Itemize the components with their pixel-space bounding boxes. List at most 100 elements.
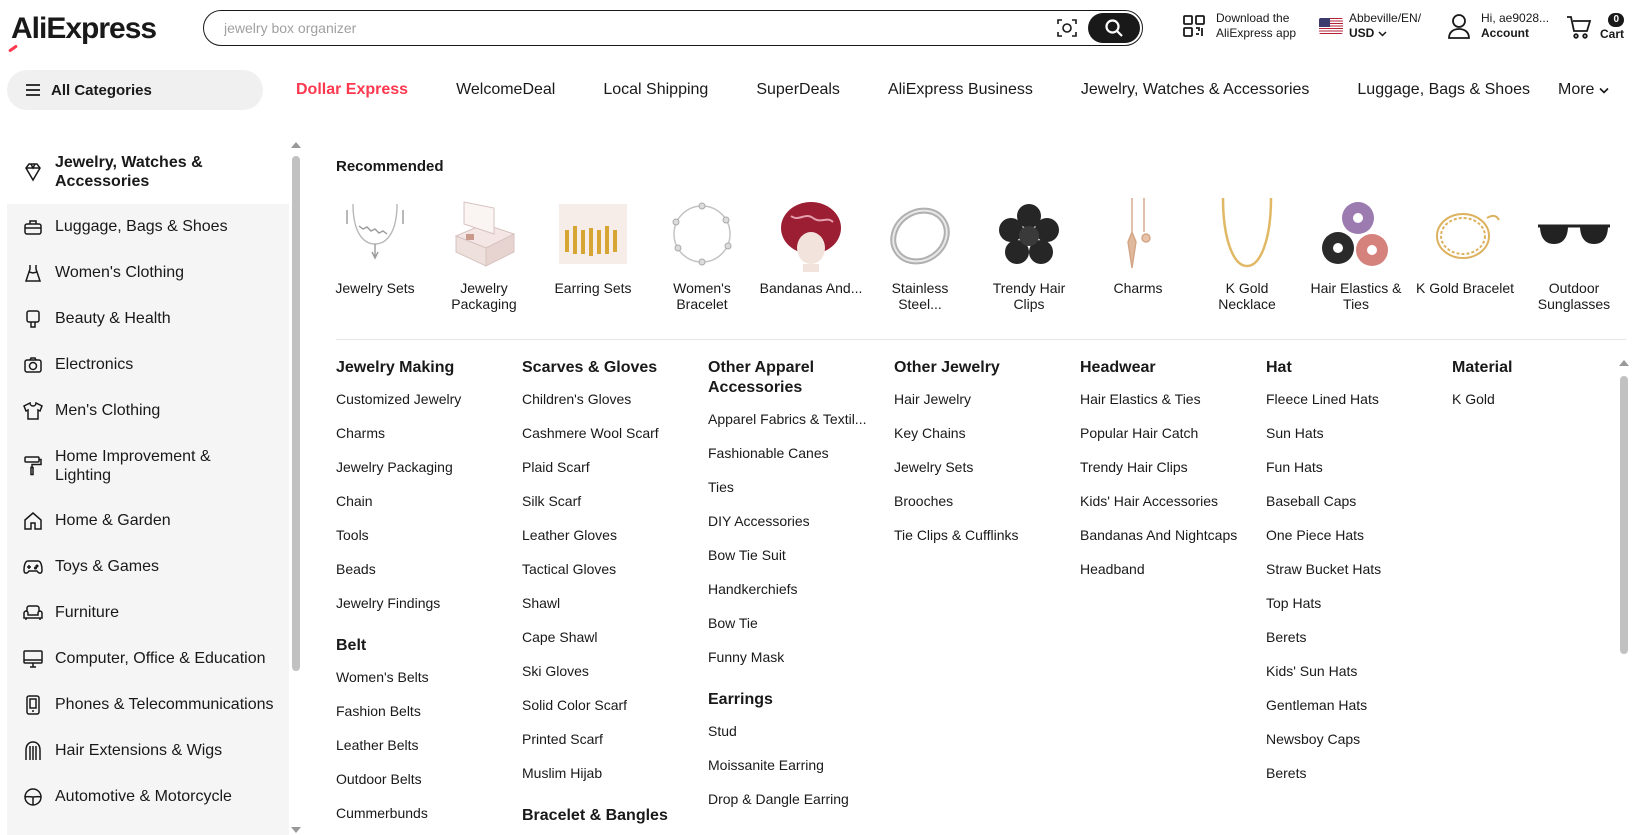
subcategory-link[interactable]: Cummerbunds: [336, 805, 514, 835]
nav-link-local-shipping[interactable]: Local Shipping: [603, 81, 708, 99]
rec-item-trendy-hair-clips[interactable]: Trendy Hair Clips: [977, 196, 1081, 312]
group-title-headwear[interactable]: Headwear: [1080, 358, 1258, 378]
subcategory-link[interactable]: Straw Bucket Hats: [1266, 561, 1444, 595]
subcategory-link[interactable]: Printed Scarf: [522, 731, 700, 765]
subcategory-link[interactable]: Popular Hair Catch: [1080, 425, 1258, 459]
sidebar-scrollbar-thumb[interactable]: [292, 156, 300, 671]
subcategory-link[interactable]: Muslim Hijab: [522, 765, 700, 799]
subcategory-link[interactable]: Cashmere Wool Scarf: [522, 425, 700, 459]
rec-item-k-gold-bracelet[interactable]: K Gold Bracelet: [1413, 196, 1517, 296]
rec-item-earring-sets[interactable]: Earring Sets: [541, 196, 645, 296]
account-menu[interactable]: Hi, ae9028... Account: [1447, 11, 1549, 41]
scroll-down-arrow-icon[interactable]: [291, 827, 301, 833]
subcategory-link[interactable]: Jewelry Sets: [894, 459, 1072, 493]
subcategory-link[interactable]: Brooches: [894, 493, 1072, 527]
rec-item-hair-elastics[interactable]: Hair Elastics & Ties: [1304, 196, 1408, 312]
nav-link-luggage[interactable]: Luggage, Bags & Shoes: [1357, 81, 1530, 99]
subcategory-link[interactable]: Trendy Hair Clips: [1080, 459, 1258, 493]
group-title-belt[interactable]: Belt: [336, 636, 514, 656]
group-title-hat[interactable]: Hat: [1266, 358, 1444, 378]
subcategory-link[interactable]: Headband: [1080, 561, 1258, 595]
subcategory-link[interactable]: Gentleman Hats: [1266, 697, 1444, 731]
rec-item-stainless-steel[interactable]: Stainless Steel...: [868, 196, 972, 312]
subcategory-link[interactable]: Top Hats: [1266, 595, 1444, 629]
subcategory-link[interactable]: Beads: [336, 561, 514, 595]
search-button[interactable]: [1088, 13, 1140, 43]
sidebar-item-home-garden[interactable]: Home & Garden: [7, 498, 289, 544]
subcategory-link[interactable]: Customized Jewelry: [336, 391, 514, 425]
sidebar-item-computer[interactable]: Computer, Office & Education: [7, 636, 289, 682]
sidebar-item-toys[interactable]: Toys & Games: [7, 544, 289, 590]
subcategory-link[interactable]: Key Chains: [894, 425, 1072, 459]
sidebar-item-luggage[interactable]: Luggage, Bags & Shoes: [7, 204, 289, 250]
subcategory-link[interactable]: Jewelry Packaging: [336, 459, 514, 493]
subcategory-link[interactable]: Cape Shawl: [522, 629, 700, 663]
subcategory-link[interactable]: Outdoor Belts: [336, 771, 514, 805]
subcategory-link[interactable]: Berets: [1266, 629, 1444, 663]
subcategory-link[interactable]: Moissanite Earring: [708, 757, 886, 791]
subcategory-link[interactable]: DIY Accessories: [708, 513, 886, 547]
nav-link-superdeals[interactable]: SuperDeals: [756, 81, 840, 99]
download-app-link[interactable]: Download the AliExpress app: [1182, 11, 1296, 41]
group-title-jewelry-making[interactable]: Jewelry Making: [336, 358, 514, 378]
nav-link-aliexpress-business[interactable]: AliExpress Business: [888, 81, 1033, 99]
nav-link-jewelry[interactable]: Jewelry, Watches & Accessories: [1081, 81, 1310, 99]
subcategory-link[interactable]: Shawl: [522, 595, 700, 629]
sidebar-scrollbar[interactable]: [289, 140, 303, 835]
subcategory-link[interactable]: Bandanas And Nightcaps: [1080, 527, 1258, 561]
rec-item-charms[interactable]: Charms: [1086, 196, 1190, 296]
nav-link-dollar-express[interactable]: Dollar Express: [296, 81, 408, 99]
subcategory-link[interactable]: Kids' Sun Hats: [1266, 663, 1444, 697]
subcategory-link[interactable]: Apparel Fabrics & Textil...: [708, 411, 886, 445]
subcategory-link[interactable]: Kids' Hair Accessories: [1080, 493, 1258, 527]
subcategory-link[interactable]: Fashion Belts: [336, 703, 514, 737]
group-title-other-apparel[interactable]: Other Apparel Accessories: [708, 358, 886, 398]
group-title-earrings[interactable]: Earrings: [708, 690, 886, 710]
sidebar-item-beauty[interactable]: Beauty & Health: [7, 296, 289, 342]
subcategory-link[interactable]: Leather Gloves: [522, 527, 700, 561]
more-menu-button[interactable]: More: [1558, 70, 1610, 110]
subcategory-link[interactable]: Solid Color Scarf: [522, 697, 700, 731]
group-title-scarves-gloves[interactable]: Scarves & Gloves: [522, 358, 700, 378]
subcategory-link[interactable]: Ski Gloves: [522, 663, 700, 697]
subcategory-link[interactable]: Handkerchiefs: [708, 581, 886, 615]
rec-item-outdoor-sunglasses[interactable]: Outdoor Sunglasses: [1522, 196, 1626, 312]
subcategory-link[interactable]: Newsboy Caps: [1266, 731, 1444, 765]
sidebar-item-automotive[interactable]: Automotive & Motorcycle: [7, 774, 289, 820]
subcategory-link[interactable]: Tactical Gloves: [522, 561, 700, 595]
locale-selector[interactable]: Abbeville/EN/ USD: [1319, 11, 1421, 41]
search-input[interactable]: [224, 17, 1044, 39]
subcategory-link[interactable]: Berets: [1266, 765, 1444, 799]
cart-button[interactable]: 0 Cart: [1566, 11, 1625, 42]
group-title-material[interactable]: Material: [1452, 358, 1602, 378]
subcategory-link[interactable]: Bow Tie Suit: [708, 547, 886, 581]
rec-item-k-gold-necklace[interactable]: K Gold Necklace: [1195, 196, 1299, 312]
subcategory-link[interactable]: Sun Hats: [1266, 425, 1444, 459]
subcategory-link[interactable]: Children's Gloves: [522, 391, 700, 425]
subcategory-link[interactable]: One Piece Hats: [1266, 527, 1444, 561]
subcategory-link[interactable]: Fleece Lined Hats: [1266, 391, 1444, 425]
subcategory-link[interactable]: Charms: [336, 425, 514, 459]
subcategory-link[interactable]: Baseball Caps: [1266, 493, 1444, 527]
rec-item-jewelry-sets[interactable]: Jewelry Sets: [323, 196, 427, 296]
sidebar-item-womens-clothing[interactable]: Women's Clothing: [7, 250, 289, 296]
image-search-icon[interactable]: [1056, 17, 1078, 39]
subcategory-link[interactable]: K Gold: [1452, 391, 1602, 425]
nav-link-welcomedeal[interactable]: WelcomeDeal: [456, 81, 555, 99]
rec-item-womens-bracelet[interactable]: Women's Bracelet: [650, 196, 754, 312]
subcategory-link[interactable]: Plaid Scarf: [522, 459, 700, 493]
subcategory-link[interactable]: Silk Scarf: [522, 493, 700, 527]
subcategory-link[interactable]: Bow Tie: [708, 615, 886, 649]
group-title-bracelet-bangles[interactable]: Bracelet & Bangles: [522, 806, 700, 826]
sidebar-item-jewelry[interactable]: Jewelry, Watches & Accessories: [7, 140, 289, 204]
group-title-other-jewelry[interactable]: Other Jewelry: [894, 358, 1072, 378]
sidebar-item-hair[interactable]: Hair Extensions & Wigs: [7, 728, 289, 774]
subcategory-scrollbar-thumb[interactable]: [1620, 376, 1628, 654]
subcategory-link[interactable]: Fashionable Canes: [708, 445, 886, 479]
subcategory-link[interactable]: Hair Jewelry: [894, 391, 1072, 425]
subcategory-link[interactable]: Funny Mask: [708, 649, 886, 683]
subcategory-link[interactable]: Hair Elastics & Ties: [1080, 391, 1258, 425]
all-categories-button[interactable]: All Categories: [7, 70, 263, 110]
subcategory-link[interactable]: Tools: [336, 527, 514, 561]
sidebar-item-phones[interactable]: Phones & Telecommunications: [7, 682, 289, 728]
